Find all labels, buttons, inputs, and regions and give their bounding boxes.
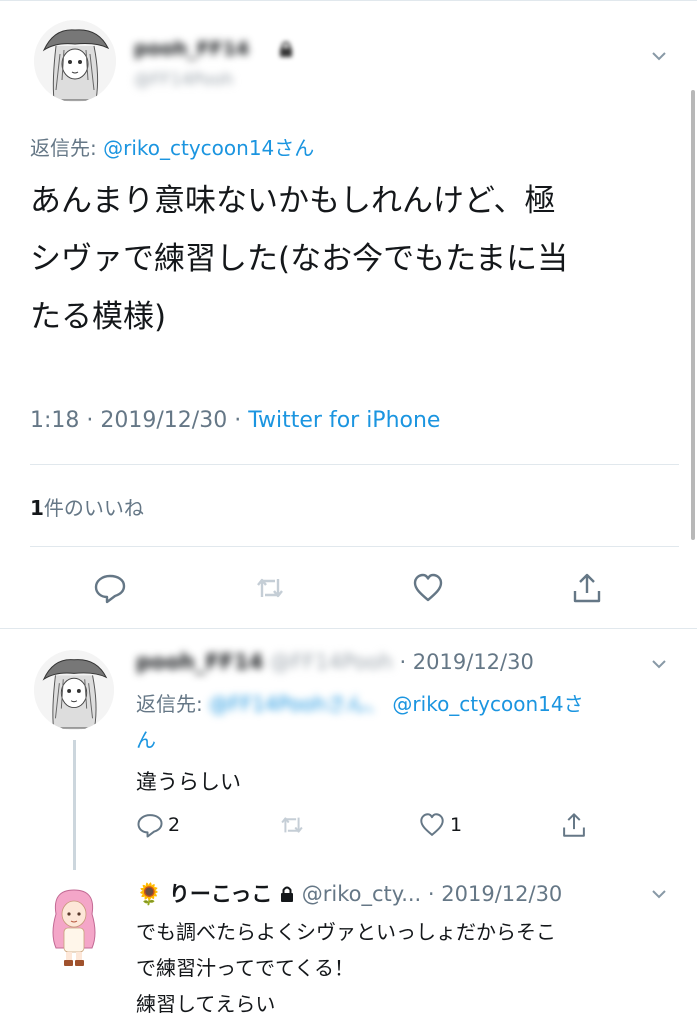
heart-icon (420, 813, 444, 836)
retweet-icon (257, 578, 283, 598)
reply-label: 返信先: (30, 136, 97, 160)
reply-to-link[interactable]: @riko_ctycoon14さ (392, 692, 583, 716)
reply-to-line: 返信先: @FF14Poohさん、 @riko_ctycoon14さ (136, 688, 584, 717)
chevron-down-icon[interactable] (652, 48, 666, 62)
share-button[interactable] (569, 570, 605, 606)
sunflower-icon: 🌻 (136, 882, 163, 906)
tweet-text-line: でも調べたらよくシヴァといっしょだからそこ (136, 920, 556, 944)
thread-line (73, 740, 76, 870)
reply-to-line: 返信先: @riko_ctycoon14さん (30, 132, 314, 161)
likes-label: 件のいいね (43, 496, 144, 520)
tweet-text-line: シヴァで練習した(なお今でもたまに当 (30, 241, 569, 277)
avatar[interactable] (42, 884, 106, 968)
like-button[interactable]: 1 (418, 810, 462, 840)
tweet-text-line: たる模様) (30, 299, 167, 335)
tweet-date: 2019/12/30 (100, 408, 228, 433)
chevron-down-icon[interactable] (652, 656, 666, 670)
heart-icon (413, 573, 443, 602)
like-count: 1 (450, 814, 463, 836)
display-name[interactable]: pooh_FF14 (136, 650, 263, 674)
tweet-header: 🌻 りーこっこ @riko_cty... · 2019/12/30 (136, 878, 562, 908)
likes-summary[interactable]: 1件のいいね (30, 492, 144, 521)
retweet-button[interactable] (278, 810, 306, 840)
divider (30, 464, 679, 465)
reply-icon (94, 574, 126, 604)
tweet-meta: 1:18 · 2019/12/30 · Twitter for iPhone (30, 408, 441, 433)
reply-header: pooh_FF14 @FF14Pooh · 2019/12/30 (136, 650, 534, 674)
reply-to-link[interactable]: @riko_ctycoon14さん (103, 136, 314, 160)
tweet-text: あんまり意味ないかもしれんけど、極 シヴァで練習した(なお今でもたまに当 たる模… (30, 172, 680, 346)
divider (30, 546, 679, 547)
chevron-down-icon[interactable] (652, 886, 666, 900)
tweet-date: · 2019/12/30 (427, 882, 563, 906)
handle[interactable]: @FF14Pooh (270, 650, 393, 674)
reply-to-link[interactable]: ん (136, 724, 156, 753)
reply-count: 2 (168, 814, 181, 836)
like-button[interactable] (410, 570, 446, 606)
likes-count: 1 (30, 496, 44, 520)
avatar[interactable] (34, 20, 116, 102)
share-icon (573, 573, 601, 603)
retweet-icon (281, 817, 303, 833)
share-button[interactable] (560, 810, 588, 840)
tweet-text-line: で練習汁ってでてくる！ (136, 956, 354, 980)
display-name[interactable]: りーこっこ (169, 882, 273, 906)
handle[interactable]: @FF14Pooh (134, 70, 233, 90)
tweet-text-line: あんまり意味ないかもしれんけど、極 (30, 183, 556, 219)
reply-button[interactable] (92, 570, 128, 606)
share-icon (563, 813, 585, 837)
display-name[interactable]: pooh_FF14 (134, 38, 249, 60)
reply-label: 返信先: (136, 692, 203, 716)
handle[interactable]: @riko_cty... (302, 882, 421, 906)
reply-button[interactable]: 2 (136, 810, 180, 840)
tweet-time: 1:18 (30, 408, 80, 433)
lock-icon (278, 40, 294, 58)
tweet-text: 違うらしい (136, 770, 241, 794)
tweet-text: でも調べたらよくシヴァといっしょだからそこ で練習汁ってでてくる！ 練習してえら… (136, 914, 676, 1022)
reply-icon (137, 814, 163, 838)
tweet-text-line: 練習してえらい (136, 992, 276, 1016)
scrollbar[interactable] (691, 90, 695, 540)
tweet-source[interactable]: Twitter for iPhone (248, 408, 440, 433)
avatar[interactable] (34, 650, 114, 730)
divider (0, 628, 697, 629)
reply-to-link[interactable]: @FF14Poohさん、 (209, 692, 386, 716)
lock-icon (279, 884, 295, 902)
top-border (0, 0, 697, 1)
retweet-button[interactable] (252, 570, 288, 606)
tweet-date: · 2019/12/30 (399, 650, 534, 674)
